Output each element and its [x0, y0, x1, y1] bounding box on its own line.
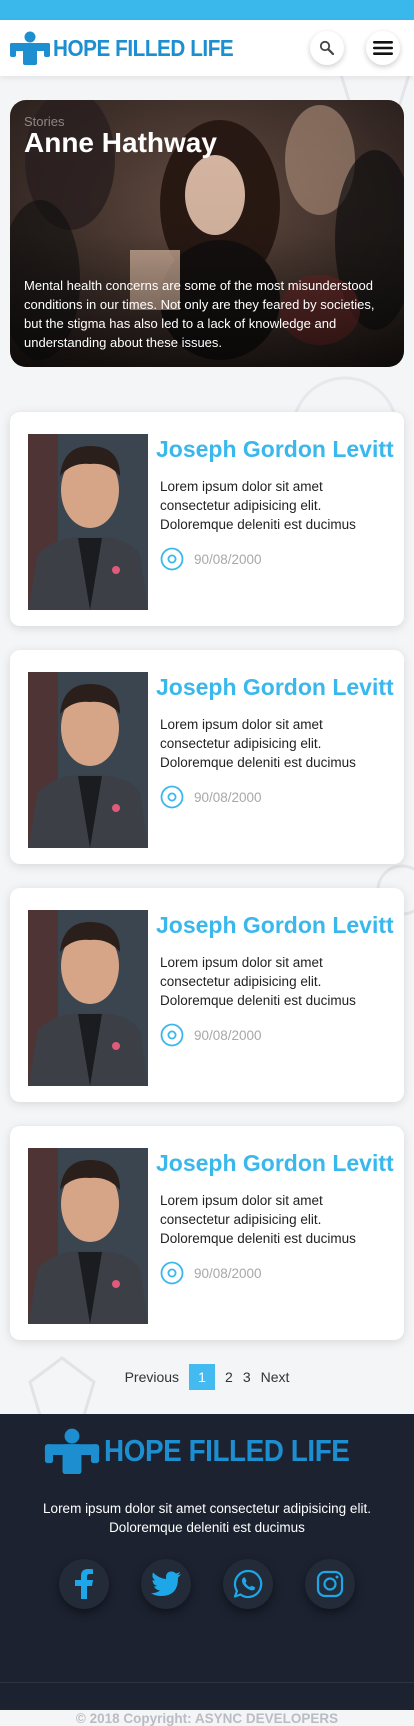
page-3-link[interactable]: 3: [243, 1369, 251, 1385]
hero-description: Mental health concerns are some of the m…: [24, 278, 375, 350]
target-icon: [160, 547, 184, 571]
footer: HOPE FILLED LIFE Lorem ipsum dolor sit a…: [0, 1414, 414, 1726]
copyright: © 2018 Copyright: ASYNC DEVELOPERS: [75, 1710, 339, 1726]
story-card[interactable]: Joseph Gordon Levitt Lorem ipsum dolor s…: [10, 650, 404, 864]
whatsapp-icon: [233, 1569, 263, 1599]
story-name: Joseph Gordon Levitt: [156, 1150, 394, 1176]
story-card[interactable]: Joseph Gordon Levitt Lorem ipsum dolor s…: [10, 412, 404, 626]
story-name: Joseph Gordon Levitt: [156, 912, 394, 938]
social-links: [0, 1559, 414, 1609]
target-icon: [160, 1023, 184, 1047]
story-list: Joseph Gordon Levitt Lorem ipsum dolor s…: [0, 367, 414, 1340]
story-excerpt: Lorem ipsum dolor sit amet consectetur a…: [160, 479, 356, 532]
instagram-icon: [316, 1570, 344, 1598]
logo[interactable]: HOPE FILLED LIFE: [10, 31, 253, 65]
story-card[interactable]: Joseph Gordon Levitt Lorem ipsum dolor s…: [10, 1126, 404, 1340]
footer-logo[interactable]: HOPE FILLED LIFE: [44, 1428, 377, 1474]
footer-logo-text: HOPE FILLED LIFE: [104, 1433, 350, 1468]
story-photo: [28, 1148, 148, 1324]
status-bar: [0, 0, 414, 20]
menu-button[interactable]: [366, 31, 400, 65]
story-date: 90/08/2000: [194, 1027, 262, 1043]
pagination-next[interactable]: Next: [261, 1369, 290, 1385]
whatsapp-link[interactable]: [223, 1559, 273, 1609]
footer-description: Lorem ipsum dolor sit amet consectetur a…: [43, 1501, 371, 1535]
search-button[interactable]: [310, 31, 344, 65]
story-card[interactable]: Joseph Gordon Levitt Lorem ipsum dolor s…: [10, 888, 404, 1102]
hero-title: Anne Hathway: [24, 127, 217, 158]
page-1-link[interactable]: 1: [189, 1364, 216, 1390]
story-photo: [28, 910, 148, 1086]
story-date: 90/08/2000: [194, 551, 262, 567]
pagination: Previous 1 2 3 Next: [0, 1364, 414, 1390]
story-excerpt: Lorem ipsum dolor sit amet consectetur a…: [160, 1193, 356, 1246]
story-name: Joseph Gordon Levitt: [156, 674, 394, 700]
hero-story-card[interactable]: Stories Anne Hathway Mental health conce…: [10, 100, 404, 367]
story-name: Joseph Gordon Levitt: [156, 436, 394, 462]
twitter-link[interactable]: [141, 1559, 191, 1609]
header: HOPE FILLED LIFE: [0, 20, 414, 76]
target-icon: [160, 785, 184, 809]
person-logo-icon: [10, 31, 50, 65]
story-date: 90/08/2000: [194, 789, 262, 805]
twitter-icon: [151, 1571, 181, 1596]
page-2-link[interactable]: 2: [225, 1369, 233, 1385]
logo-text: HOPE FILLED LIFE: [53, 34, 234, 61]
target-icon: [160, 1261, 184, 1285]
story-excerpt: Lorem ipsum dolor sit amet consectetur a…: [160, 955, 356, 1008]
facebook-link[interactable]: [59, 1559, 109, 1609]
facebook-icon: [75, 1569, 93, 1599]
person-logo-icon: [44, 1428, 100, 1474]
instagram-link[interactable]: [305, 1559, 355, 1609]
story-photo: [28, 434, 148, 610]
hamburger-menu-icon: [373, 41, 393, 55]
pagination-previous[interactable]: Previous: [125, 1369, 179, 1385]
search-icon: [319, 40, 335, 56]
story-excerpt: Lorem ipsum dolor sit amet consectetur a…: [160, 717, 356, 770]
story-date: 90/08/2000: [194, 1265, 262, 1281]
story-photo: [28, 672, 148, 848]
